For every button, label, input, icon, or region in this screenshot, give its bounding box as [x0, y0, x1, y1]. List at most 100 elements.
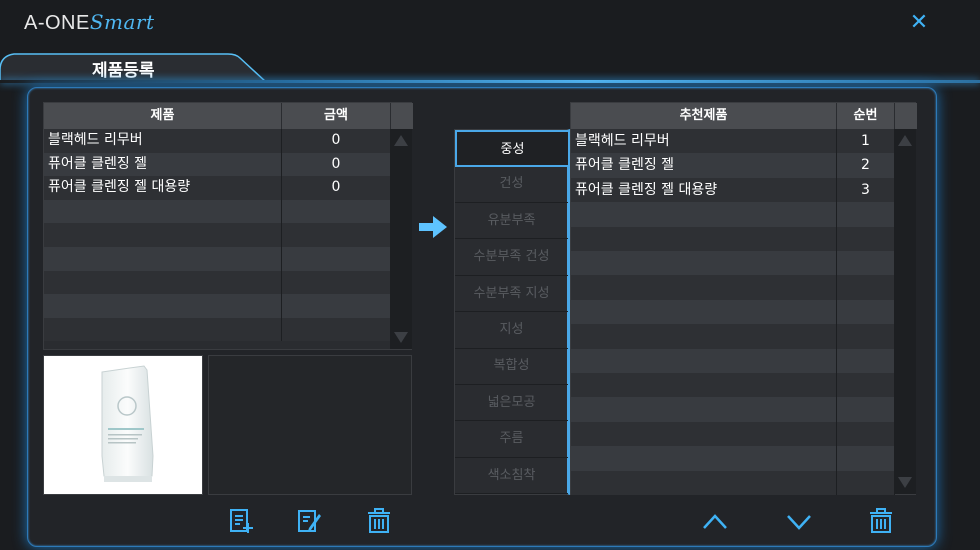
table-cell: [571, 226, 837, 251]
category-item[interactable]: 건성: [455, 166, 568, 203]
trash-icon[interactable]: [366, 508, 392, 534]
scroll-up-icon[interactable]: [394, 135, 408, 146]
table-cell: [837, 421, 895, 447]
products-table: 제품 금액 블랙헤드 리무버 0 퓨어클 클렌징 젤 0 퓨어클 클렌징 젤 대용량 0: [43, 102, 413, 350]
category-item[interactable]: 수분부족 건성: [455, 239, 568, 276]
table-row[interactable]: [44, 294, 391, 318]
category-item[interactable]: 넓은모공: [455, 385, 568, 422]
table-cell: 0: [282, 176, 391, 200]
table-cell: 0: [282, 129, 391, 153]
header-order[interactable]: 순번: [837, 103, 895, 129]
table-cell: [837, 251, 895, 276]
table-cell: 블랙헤드 리무버: [44, 129, 282, 153]
table-cell: [571, 373, 837, 398]
table-row[interactable]: [571, 202, 895, 227]
table-cell: [571, 324, 837, 349]
scroll-down-icon[interactable]: [898, 477, 912, 488]
table-row[interactable]: [44, 199, 391, 224]
table-cell: 퓨어클 클렌징 젤: [571, 153, 837, 178]
table-row[interactable]: 퓨어클 클렌징 젤 대용량 0: [44, 176, 391, 200]
header-recommended-product[interactable]: 추천제품: [571, 103, 837, 129]
products-table-header: 제품 금액: [44, 103, 413, 129]
header-price[interactable]: 금액: [282, 103, 391, 129]
table-cell: [837, 299, 895, 325]
table-row[interactable]: [571, 299, 895, 325]
category-item[interactable]: 수분부족 지성: [455, 276, 568, 313]
table-cell: [837, 324, 895, 349]
table-cell: 퓨어클 클렌징 젤: [44, 152, 282, 177]
product-tube-image: [101, 365, 154, 482]
table-row[interactable]: 블랙헤드 리무버 1: [571, 129, 895, 154]
table-row[interactable]: [571, 470, 895, 495]
category-item[interactable]: 주름: [455, 421, 568, 458]
table-cell: 블랙헤드 리무버: [571, 129, 837, 154]
arrow-right-icon[interactable]: [418, 215, 448, 239]
table-cell: 퓨어클 클렌징 젤 대용량: [571, 177, 837, 203]
category-item[interactable]: 중성: [455, 130, 568, 167]
table-cell: [44, 317, 282, 342]
table-row[interactable]: [44, 247, 391, 271]
table-row[interactable]: [44, 270, 391, 295]
product-image: [43, 355, 203, 495]
table-cell: [282, 247, 391, 271]
header-product[interactable]: 제품: [44, 103, 282, 129]
chevron-down-icon[interactable]: [786, 508, 812, 534]
category-item[interactable]: 색소침착: [455, 458, 568, 495]
table-row[interactable]: [571, 226, 895, 251]
table-cell: [837, 446, 895, 471]
table-cell: [44, 270, 282, 295]
table-cell: 퓨어클 클렌징 젤 대용량: [44, 176, 282, 200]
table-row[interactable]: [571, 373, 895, 398]
table-cell: [837, 470, 895, 495]
table-row[interactable]: [571, 397, 895, 422]
table-cell: [837, 275, 895, 300]
trash-icon[interactable]: [868, 508, 894, 534]
table-cell: [44, 223, 282, 247]
table-cell: [282, 294, 391, 318]
table-cell: [571, 397, 837, 422]
table-cell: [282, 223, 391, 247]
table-row[interactable]: [571, 348, 895, 373]
table-row[interactable]: [571, 324, 895, 349]
chevron-up-icon[interactable]: [702, 508, 728, 534]
table-cell: 2: [837, 153, 895, 178]
table-row[interactable]: [571, 421, 895, 447]
scroll-up-icon[interactable]: [898, 135, 912, 146]
category-list: 중성 건성 유분부족 수분부족 건성 수분부족 지성 지성 복합성 넓은모공 주름 색소침착: [454, 129, 570, 495]
table-cell: [571, 446, 837, 471]
category-item[interactable]: 유분부족: [455, 203, 568, 240]
tab-label: 제품등록: [92, 61, 155, 81]
category-item[interactable]: 복합성: [455, 348, 568, 385]
table-cell: [282, 199, 391, 224]
recommend-table: 추천제품 순번 블랙헤드 리무버 1 퓨어클 클렌징 젤 2 퓨어클 클렌징 젤 대용량…: [570, 102, 917, 495]
image-placeholder: [208, 355, 412, 495]
table-row[interactable]: [44, 317, 391, 342]
table-cell: [44, 294, 282, 318]
scroll-down-icon[interactable]: [394, 332, 408, 343]
table-row[interactable]: 퓨어클 클렌징 젤 대용량 3: [571, 177, 895, 203]
edit-document-icon[interactable]: [296, 508, 322, 534]
recommend-scrollbar[interactable]: [894, 129, 916, 494]
table-cell: [837, 397, 895, 422]
table-row[interactable]: [44, 223, 391, 247]
table-cell: 0: [282, 152, 391, 177]
table-cell: [571, 299, 837, 325]
add-document-icon[interactable]: [228, 508, 254, 534]
category-item[interactable]: 지성: [455, 312, 568, 349]
table-cell: [571, 421, 837, 447]
table-row[interactable]: 퓨어클 클렌징 젤0: [44, 152, 391, 177]
table-cell: [837, 202, 895, 227]
table-cell: [837, 348, 895, 373]
table-row[interactable]: [571, 251, 895, 276]
app-logo: A-ONESmart: [24, 10, 155, 35]
table-cell: [837, 226, 895, 251]
products-scrollbar[interactable]: [390, 129, 412, 349]
table-row[interactable]: 퓨어클 클렌징 젤2: [571, 153, 895, 178]
table-cell: [282, 270, 391, 295]
table-cell: [571, 202, 837, 227]
brand-script: Smart: [89, 10, 155, 34]
table-row[interactable]: 블랙헤드 리무버 0: [44, 129, 391, 153]
table-row[interactable]: [571, 446, 895, 471]
table-row[interactable]: [571, 275, 895, 300]
close-icon[interactable]: ✕: [908, 12, 930, 34]
